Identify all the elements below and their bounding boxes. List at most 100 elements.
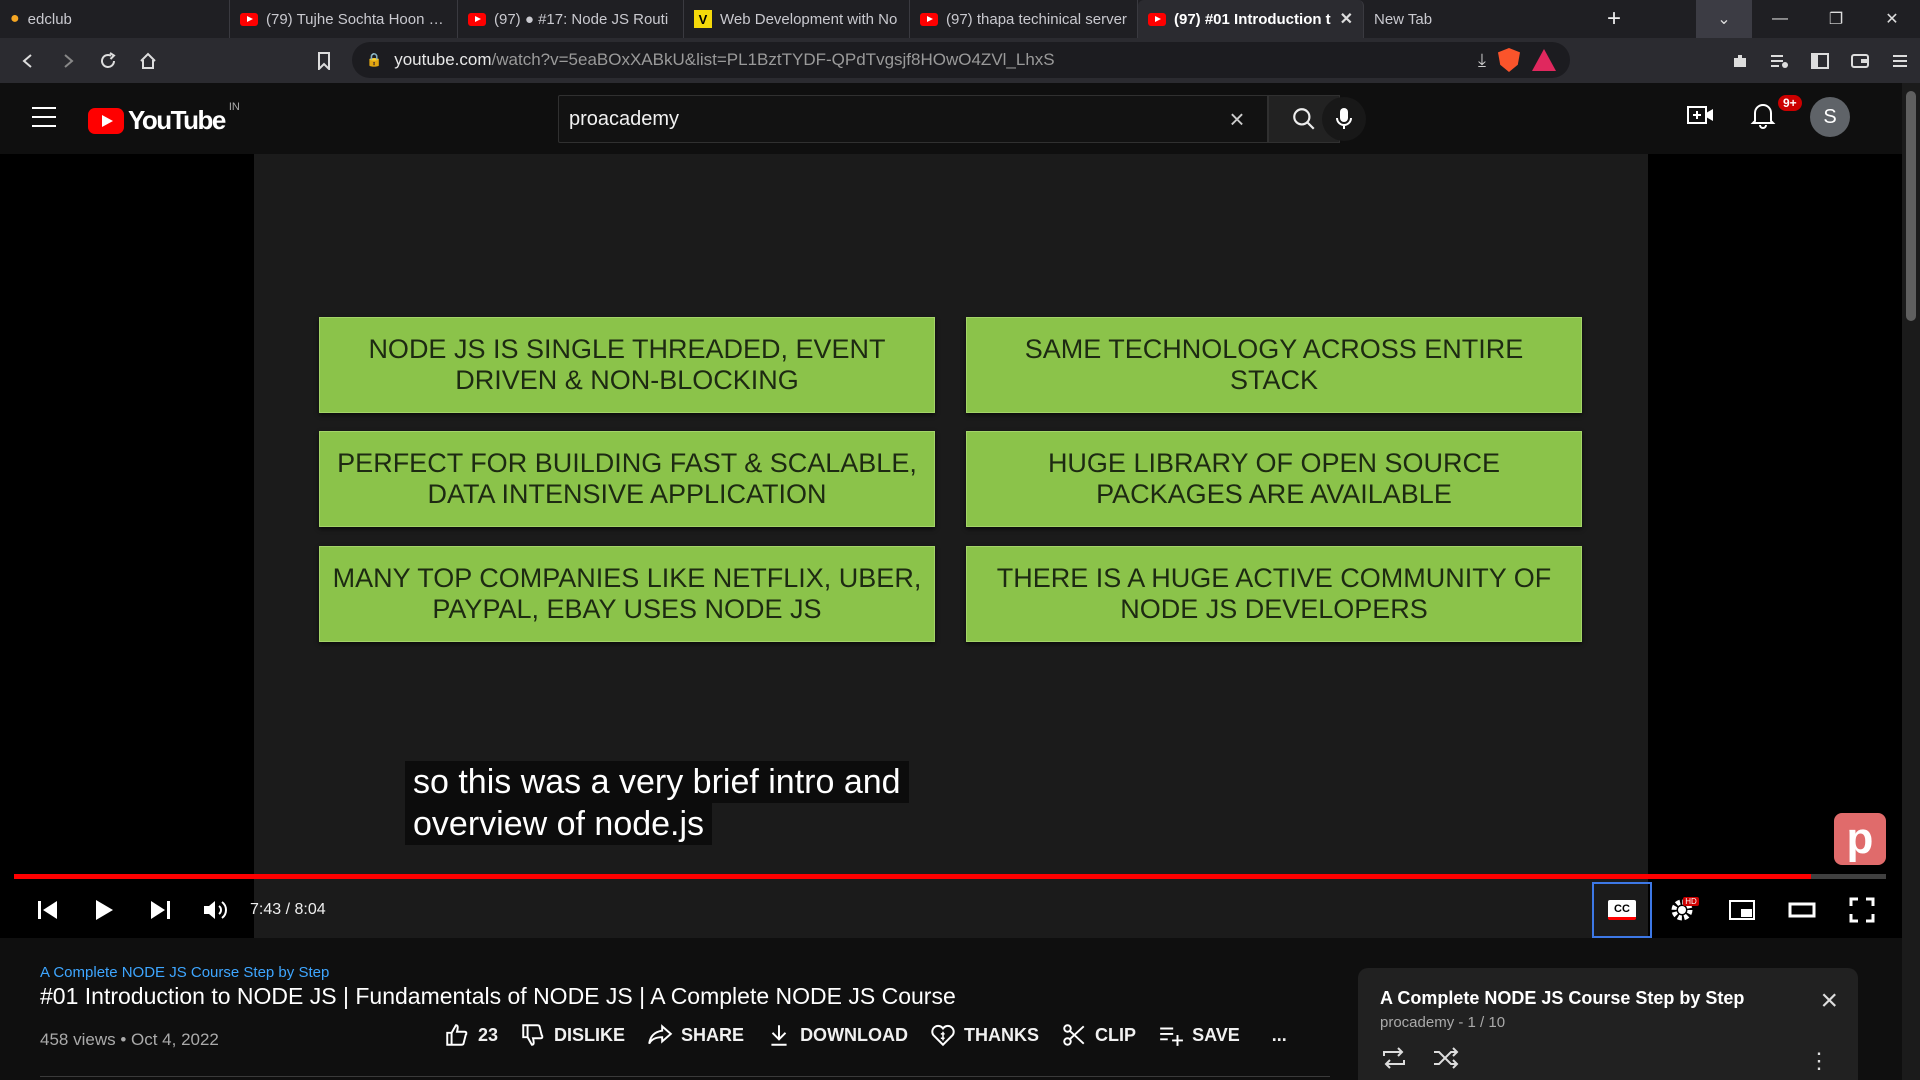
theater-mode-icon[interactable]: [1772, 882, 1832, 938]
bookmark-icon[interactable]: [304, 41, 344, 81]
progress-bar[interactable]: [14, 874, 1886, 879]
youtube-icon: [920, 12, 938, 26]
notifications-button[interactable]: 9+: [1750, 94, 1802, 134]
tab-title: Web Development with No: [720, 10, 898, 28]
heart-dollar-icon: [931, 1024, 955, 1047]
slide-card: THERE IS A HUGE ACTIVE COMMUNITY OF NODE…: [966, 546, 1582, 642]
play-icon[interactable]: [76, 882, 132, 938]
tab-youtube-1[interactable]: (79) Tujhe Sochta Hoon x D: [230, 0, 458, 38]
clear-search-icon[interactable]: ×: [1217, 104, 1257, 135]
brave-shield-icon[interactable]: [1498, 48, 1520, 72]
divider: [40, 1076, 1330, 1077]
close-playlist-icon[interactable]: ×: [1820, 984, 1838, 1018]
microphone-icon: [1336, 108, 1352, 129]
extensions-puzzle-icon[interactable]: [1720, 41, 1760, 81]
tab-search-chevron-icon[interactable]: ⌄: [1696, 0, 1752, 38]
fullscreen-icon[interactable]: [1832, 882, 1892, 938]
restore-icon[interactable]: ❐: [1808, 0, 1864, 38]
playlist-menu-icon[interactable]: ⋮: [1808, 1048, 1830, 1074]
new-tab-plus-icon[interactable]: +: [1590, 0, 1638, 38]
search-icon: [1293, 108, 1315, 130]
share-button[interactable]: SHARE: [647, 1022, 744, 1048]
search-input[interactable]: proacademy ×: [558, 95, 1268, 143]
thumbs-up-icon: [446, 1024, 468, 1046]
guide-menu-icon[interactable]: [32, 107, 56, 127]
voice-search-button[interactable]: [1322, 97, 1366, 141]
close-window-icon[interactable]: ✕: [1864, 0, 1920, 38]
url-path: /watch?v=5eaBOxXABkU&list=PL1BztTYDF-QPd…: [491, 50, 1055, 69]
lock-icon: 🔒: [366, 52, 383, 67]
sidebar-toggle-icon[interactable]: [1800, 41, 1840, 81]
dislike-button[interactable]: DISLIKE: [520, 1022, 625, 1048]
v-icon: V: [694, 10, 712, 28]
progress-played: [14, 874, 1812, 879]
shuffle-icon[interactable]: [1432, 1046, 1460, 1070]
media-playlist-icon[interactable]: [1760, 41, 1800, 81]
forward-icon[interactable]: [48, 41, 88, 81]
home-icon[interactable]: [128, 41, 168, 81]
tab-title: edclub: [27, 10, 72, 28]
time-display: 7:43 / 8:04: [250, 901, 326, 918]
tab-title: (79) Tujhe Sochta Hoon x D: [266, 10, 447, 28]
minimize-icon[interactable]: —: [1752, 0, 1808, 38]
next-icon[interactable]: [132, 882, 188, 938]
subtitle-caption: so this was a very brief intro and overv…: [405, 761, 909, 845]
page-scrollbar[interactable]: [1902, 83, 1920, 1080]
playlist-panel-subtitle: procademy - 1 / 10: [1380, 1014, 1506, 1031]
avatar[interactable]: S: [1810, 97, 1850, 137]
subtitles-button[interactable]: CC: [1592, 882, 1652, 938]
settings-button[interactable]: HD: [1652, 882, 1712, 938]
playlist-link[interactable]: A Complete NODE JS Course Step by Step: [40, 964, 329, 981]
tab-youtube-2[interactable]: (97) ● #17: Node JS Routi: [458, 0, 684, 38]
slide-card: PERFECT FOR BUILDING FAST & SCALABLE, DA…: [319, 431, 935, 527]
tab-edclub[interactable]: ● edclub: [0, 0, 230, 38]
header-actions: 9+ S: [1686, 94, 1850, 137]
clip-button[interactable]: CLIP: [1061, 1022, 1136, 1048]
caption-line: overview of node.js: [405, 803, 713, 845]
youtube-icon: [1148, 12, 1166, 26]
browser-toolbar: 🔒 youtube.com/watch?v=5eaBOxXABkU&list=P…: [0, 38, 1920, 83]
download-button[interactable]: DOWNLOAD: [766, 1022, 908, 1048]
slide-card: MANY TOP COMPANIES LIKE NETFLIX, UBER, P…: [319, 546, 935, 642]
close-tab-icon[interactable]: ✕: [1340, 9, 1353, 29]
playlist-panel-title[interactable]: A Complete NODE JS Course Step by Step: [1380, 988, 1744, 1009]
download-page-icon[interactable]: ⤓: [1478, 50, 1486, 71]
share-arrow-icon: [648, 1024, 673, 1045]
create-video-icon[interactable]: [1686, 103, 1716, 132]
video-info-section: A Complete NODE JS Course Step by Step #…: [0, 938, 1902, 1080]
country-code: IN: [228, 101, 240, 113]
wallet-icon[interactable]: [1840, 41, 1880, 81]
playlist-panel: A Complete NODE JS Course Step by Step p…: [1358, 968, 1858, 1080]
playlist-controls: [1380, 1046, 1460, 1070]
scissors-icon: [1063, 1024, 1085, 1046]
address-bar[interactable]: 🔒 youtube.com/watch?v=5eaBOxXABkU&list=P…: [352, 42, 1570, 78]
channel-watermark-logo[interactable]: p: [1834, 813, 1886, 865]
share-label: SHARE: [681, 1024, 745, 1045]
tab-new-tab[interactable]: New Tab: [1364, 0, 1590, 38]
browser-menu-icon[interactable]: [1880, 41, 1920, 81]
video-player[interactable]: NODE JS IS SINGLE THREADED, EVENT DRIVEN…: [0, 154, 1902, 938]
save-button[interactable]: SAVE: [1158, 1022, 1240, 1048]
thanks-button[interactable]: THANKS: [930, 1022, 1039, 1048]
download-icon: [771, 1025, 787, 1046]
youtube-play-logo-icon: [88, 107, 124, 134]
scrollbar-thumb[interactable]: [1906, 91, 1916, 321]
loop-icon[interactable]: [1380, 1046, 1408, 1070]
more-actions-button[interactable]: ...: [1272, 1025, 1287, 1046]
like-count: 23: [478, 1024, 499, 1045]
previous-icon[interactable]: [20, 882, 76, 938]
thumbs-down-icon: [522, 1024, 544, 1046]
back-icon[interactable]: [8, 41, 48, 81]
miniplayer-icon[interactable]: [1712, 882, 1772, 938]
tab-youtube-3[interactable]: (97) thapa techinical server: [910, 0, 1138, 38]
tab-title: New Tab: [1374, 10, 1433, 28]
bell-icon: [1750, 103, 1776, 129]
add-to-playlist-icon: [1160, 1027, 1183, 1046]
youtube-logo[interactable]: YouTube IN: [88, 101, 240, 136]
tab-web-dev[interactable]: V Web Development with No: [684, 0, 910, 38]
reload-icon[interactable]: [88, 41, 128, 81]
brave-rewards-icon[interactable]: [1532, 49, 1556, 71]
tab-youtube-active[interactable]: (97) #01 Introduction t ✕: [1138, 0, 1364, 38]
like-button[interactable]: 23: [444, 1022, 498, 1048]
volume-icon[interactable]: [188, 882, 244, 938]
